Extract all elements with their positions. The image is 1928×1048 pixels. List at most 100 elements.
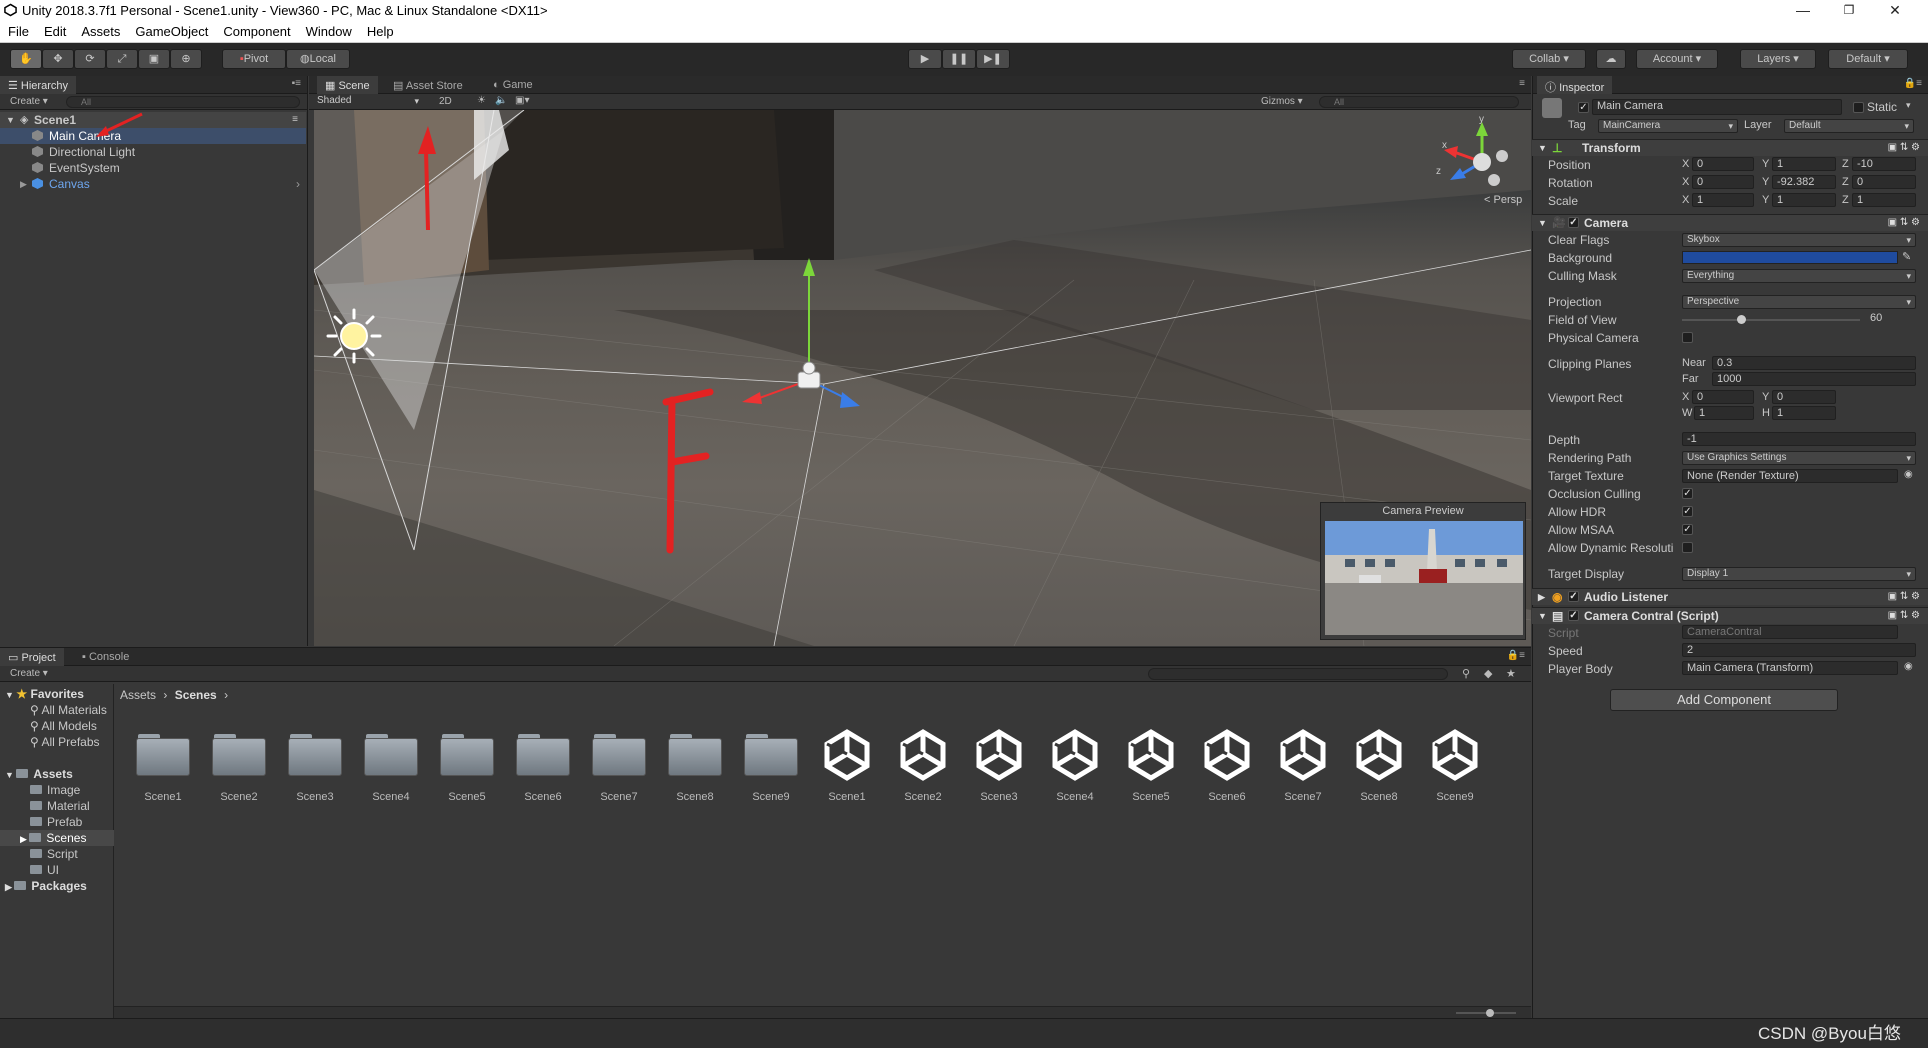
asset-folder[interactable]	[666, 732, 724, 776]
scene-row[interactable]: ▼ ◈ Scene1 ≡	[0, 112, 306, 128]
gizmos-dropdown[interactable]: Gizmos ▾	[1261, 96, 1303, 107]
asset-folder[interactable]	[514, 732, 572, 776]
favorite-item[interactable]: ⚲ All Materials	[0, 702, 114, 718]
asset-folder[interactable]	[438, 732, 496, 776]
player-body-field[interactable]: Main Camera (Transform)	[1682, 661, 1898, 675]
projection-dropdown[interactable]: Perspective	[1682, 295, 1916, 309]
menu-window[interactable]: Window	[298, 22, 359, 39]
scene-search-input[interactable]: All	[1319, 96, 1519, 108]
fov-field[interactable]: 60	[1866, 312, 1916, 326]
static-dropdown-icon[interactable]: ▾	[1906, 100, 1911, 111]
audio-listener-checkbox[interactable]: ✓	[1568, 591, 1579, 602]
favorite-item[interactable]: ⚲ All Models	[0, 718, 114, 734]
background-color-swatch[interactable]	[1682, 251, 1898, 264]
close-button[interactable]: ✕	[1872, 0, 1918, 22]
near-field[interactable]: 0.3	[1712, 356, 1916, 370]
icon-size-slider[interactable]	[1456, 1009, 1516, 1017]
menu-edit[interactable]: Edit	[36, 22, 73, 39]
folder-item[interactable]: Image	[0, 782, 114, 798]
asset-folder[interactable]	[210, 732, 268, 776]
tab-console[interactable]: ▪ Console	[74, 648, 137, 666]
static-checkbox[interactable]	[1853, 102, 1864, 113]
account-dropdown[interactable]: Account ▾	[1636, 49, 1718, 69]
clear-flags-dropdown[interactable]: Skybox	[1682, 233, 1916, 247]
audio-listener-header[interactable]: ▶ ◉ ✓ Audio Listener ▣ ⇅ ⚙	[1532, 588, 1928, 605]
menu-component[interactable]: Component	[215, 22, 297, 39]
project-search-input[interactable]	[1148, 668, 1448, 680]
script-header[interactable]: ▼ ▤ ✓ Camera Contral (Script) ▣ ⇅ ⚙	[1532, 607, 1928, 624]
hierarchy-item-main-camera[interactable]: Main Camera	[0, 128, 306, 144]
hierarchy-item-eventsystem[interactable]: EventSystem	[0, 160, 306, 176]
tag-dropdown[interactable]: MainCamera	[1598, 119, 1738, 133]
asset-folder[interactable]	[590, 732, 648, 776]
component-menu-icon[interactable]: ▣ ⇅ ⚙	[1888, 589, 1920, 605]
rendering-path-dropdown[interactable]: Use Graphics Settings	[1682, 451, 1916, 465]
layout-dropdown[interactable]: Default ▾	[1828, 49, 1908, 69]
assets-root-row[interactable]: ▼ Assets	[0, 766, 114, 782]
object-picker-icon[interactable]: ◉	[1904, 469, 1913, 480]
step-button[interactable]: ▶❚	[976, 49, 1010, 69]
effects-icon[interactable]: ▣▾	[515, 95, 529, 106]
unity-scene-icon[interactable]	[819, 726, 875, 782]
menu-assets[interactable]: Assets	[73, 22, 127, 39]
expand-arrow-icon[interactable]: ▼	[6, 112, 15, 128]
projection-label[interactable]: < Persp	[1484, 194, 1522, 206]
hierarchy-create-button[interactable]: Create ▾	[10, 96, 48, 107]
shading-dropdown[interactable]: Shaded	[313, 95, 423, 109]
occlusion-culling-checkbox[interactable]: ✓	[1682, 488, 1693, 499]
scale-y-field[interactable]: 1	[1772, 193, 1836, 207]
transform-header[interactable]: ▼ ⊥ Transform ▣ ⇅ ⚙	[1532, 139, 1928, 156]
hierarchy-item-canvas[interactable]: ▶ Canvas ›	[0, 176, 306, 192]
object-picker-icon[interactable]: ◉	[1904, 661, 1913, 672]
rotation-x-field[interactable]: 0	[1692, 175, 1754, 189]
rotation-z-field[interactable]: 0	[1852, 175, 1916, 189]
object-name-field[interactable]: Main Camera	[1592, 99, 1842, 115]
breadcrumb-scenes[interactable]: Scenes	[175, 688, 217, 702]
project-create-button[interactable]: Create ▾	[10, 668, 48, 679]
unity-scene-icon[interactable]	[895, 726, 951, 782]
component-menu-icon[interactable]: ▣ ⇅ ⚙	[1888, 608, 1920, 624]
chevron-right-icon[interactable]: ›	[296, 176, 300, 192]
physical-camera-checkbox[interactable]	[1682, 332, 1693, 343]
transform-tool-button[interactable]: ⊕	[170, 49, 202, 69]
minimize-button[interactable]: —	[1780, 0, 1826, 22]
scene-menu-icon[interactable]: ≡	[292, 112, 298, 128]
script-enabled-checkbox[interactable]: ✓	[1568, 610, 1579, 621]
audio-icon[interactable]: 🔈	[495, 95, 507, 106]
orientation-gizmo[interactable]: y x z < Persp	[1424, 114, 1524, 208]
hierarchy-item-directional-light[interactable]: Directional Light	[0, 144, 306, 160]
unity-scene-icon[interactable]	[1275, 726, 1331, 782]
lock-icon[interactable]: 🔒≡	[1904, 78, 1922, 89]
viewport-y-field[interactable]: 0	[1772, 390, 1836, 404]
play-button[interactable]: ▶	[908, 49, 942, 69]
viewport-w-field[interactable]: 1	[1694, 406, 1754, 420]
favorite-star-icon[interactable]: ★	[1506, 667, 1516, 680]
rect-tool-button[interactable]: ▣	[138, 49, 170, 69]
camera-enabled-checkbox[interactable]: ✓	[1568, 217, 1579, 228]
fov-slider[interactable]	[1682, 315, 1860, 324]
icon-size-slider-knob[interactable]	[1486, 1009, 1494, 1017]
folder-item[interactable]: Prefab	[0, 814, 114, 830]
folder-item[interactable]: UI	[0, 862, 114, 878]
eyedropper-icon[interactable]: ✎	[1902, 250, 1911, 263]
collab-dropdown[interactable]: Collab ▾	[1512, 49, 1586, 69]
favorites-row[interactable]: ▼ ★ Favorites	[0, 686, 114, 702]
allow-msaa-checkbox[interactable]: ✓	[1682, 524, 1693, 535]
hand-tool-button[interactable]: ✋	[10, 49, 42, 69]
tab-inspector[interactable]: ⓘ Inspector	[1537, 76, 1613, 94]
move-tool-button[interactable]: ✥	[42, 49, 74, 69]
hierarchy-search-input[interactable]: All	[66, 96, 300, 108]
breadcrumb-assets[interactable]: Assets	[120, 688, 156, 702]
tab-project[interactable]: ▭ Project	[0, 648, 64, 666]
active-checkbox[interactable]: ✓	[1578, 102, 1589, 113]
viewport-h-field[interactable]: 1	[1772, 406, 1836, 420]
rotate-tool-button[interactable]: ⟳	[74, 49, 106, 69]
unity-scene-icon[interactable]	[1427, 726, 1483, 782]
culling-mask-dropdown[interactable]: Everything	[1682, 269, 1916, 283]
panel-menu-icon[interactable]: ≡	[1519, 78, 1525, 89]
lighting-icon[interactable]: ☀	[477, 95, 486, 106]
layers-dropdown[interactable]: Layers ▾	[1740, 49, 1816, 69]
rotation-y-field[interactable]: -92.382	[1772, 175, 1836, 189]
filter-type-icon[interactable]: ⚲	[1462, 667, 1470, 680]
expand-arrow-icon[interactable]: ▶	[20, 176, 27, 192]
